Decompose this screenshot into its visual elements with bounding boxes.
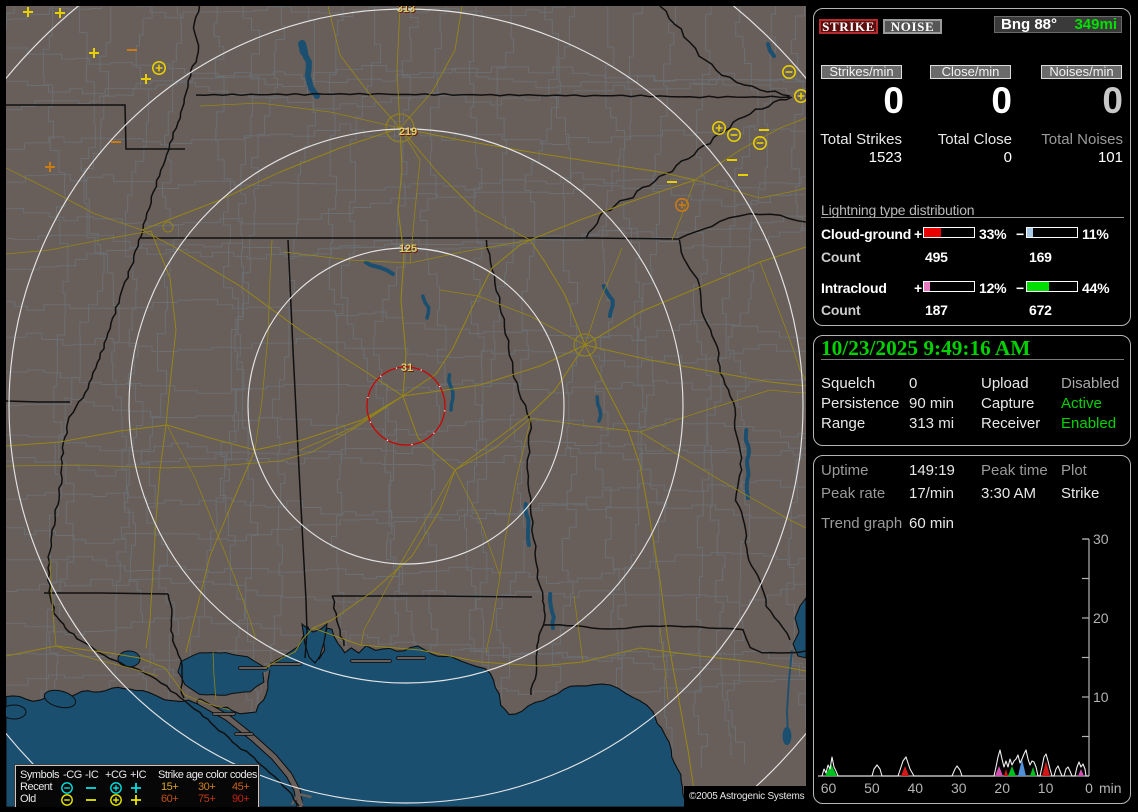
svg-text:©2005 Astrogenic Systems: ©2005 Astrogenic Systems xyxy=(689,791,805,802)
svg-text:31: 31 xyxy=(401,362,413,374)
svg-text:0: 0 xyxy=(1085,780,1093,796)
svg-text:30: 30 xyxy=(951,780,967,796)
svg-text:min: min xyxy=(1099,780,1122,796)
svg-text:313: 313 xyxy=(397,6,415,15)
svg-text:20: 20 xyxy=(994,780,1010,796)
svg-text:20: 20 xyxy=(1093,610,1109,626)
svg-text:10: 10 xyxy=(1038,780,1054,796)
svg-text:125: 125 xyxy=(399,243,417,255)
svg-text:40: 40 xyxy=(908,780,924,796)
svg-text:219: 219 xyxy=(399,126,417,138)
svg-text:30: 30 xyxy=(1093,531,1109,547)
svg-text:10: 10 xyxy=(1093,689,1109,705)
svg-text:50: 50 xyxy=(864,780,880,796)
svg-text:60: 60 xyxy=(821,780,837,796)
